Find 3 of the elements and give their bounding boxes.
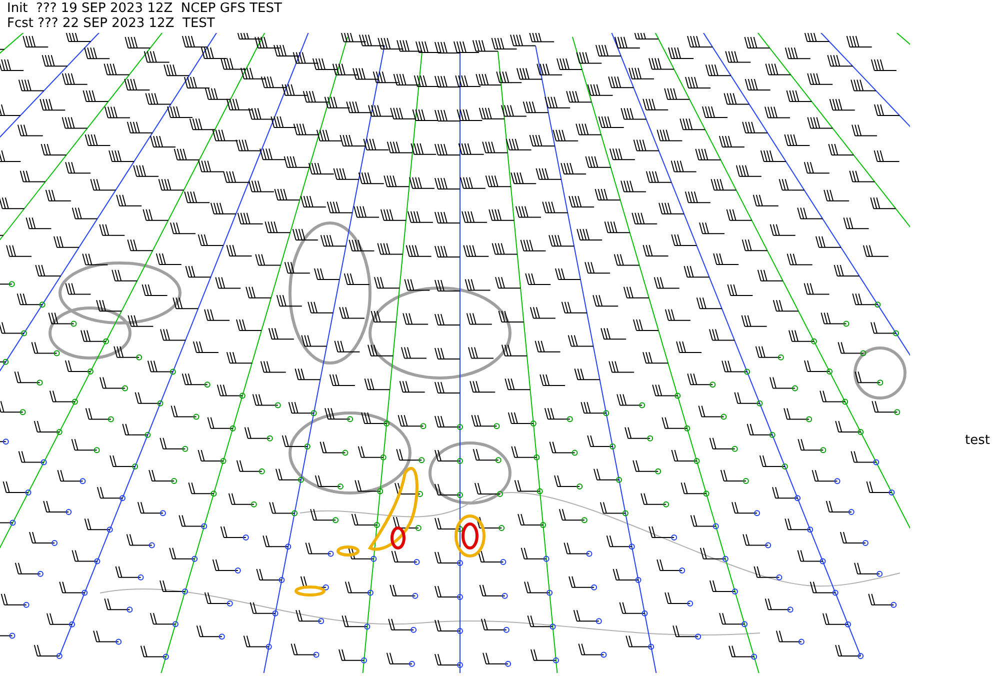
header-text: Init ??? 19 SEP 2023 12Z NCEP GFS TEST xyxy=(7,1,282,16)
header-text: Fcst ??? 22 SEP 2023 12Z TEST xyxy=(7,16,215,31)
plot-label: test xyxy=(965,433,990,448)
